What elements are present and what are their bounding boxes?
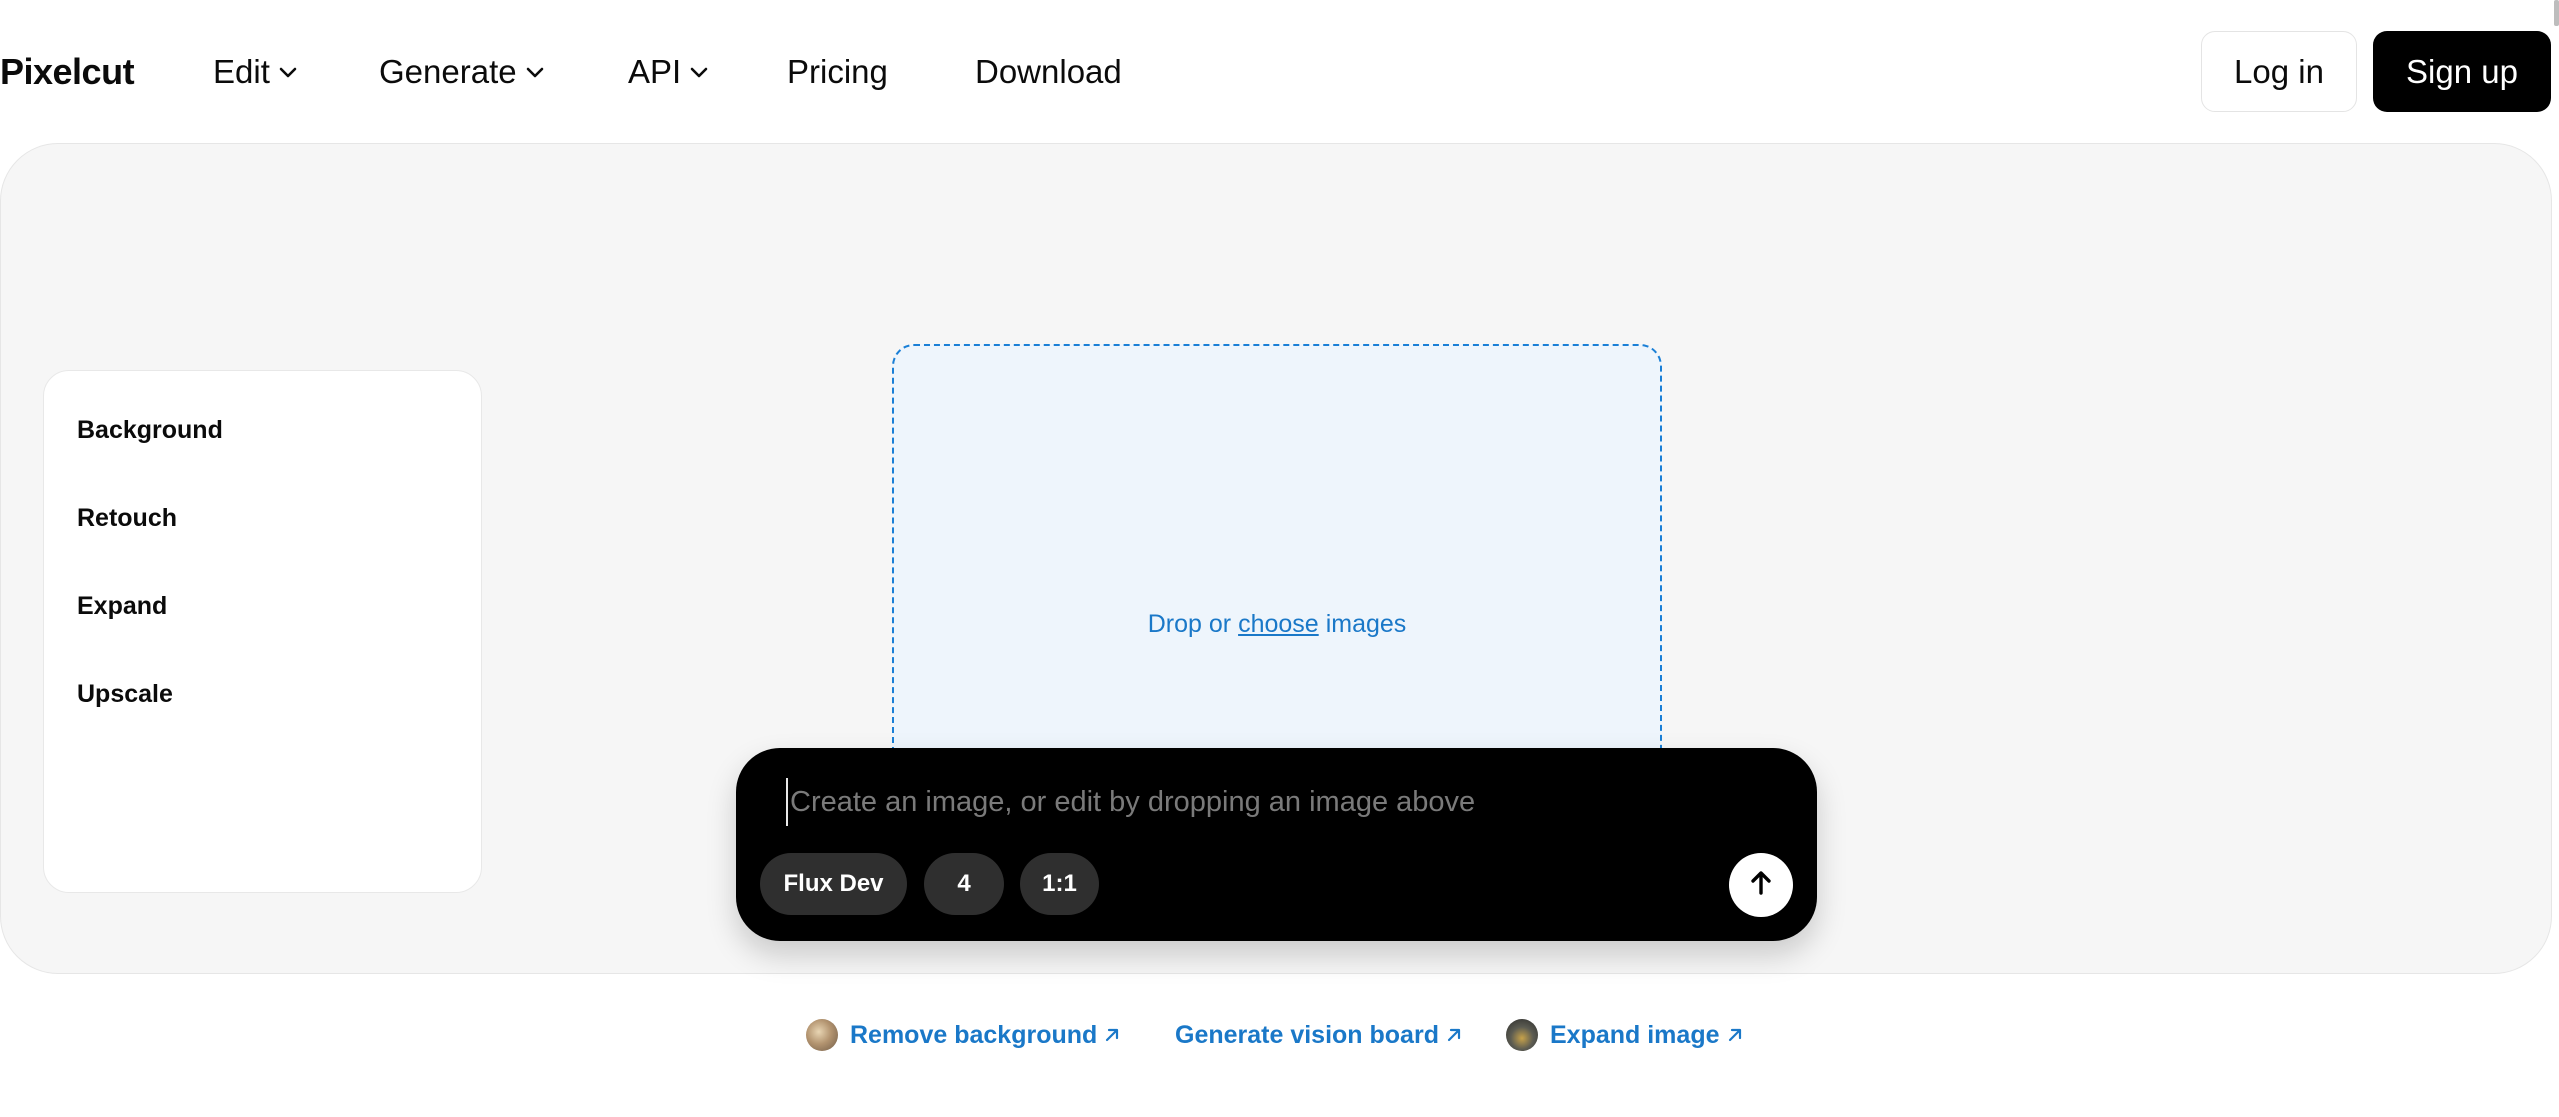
nav-api[interactable]: API — [628, 50, 709, 94]
aspect-ratio-selector[interactable]: 1:1 — [1020, 853, 1099, 915]
tool-menu-item-background[interactable]: Background — [77, 410, 223, 450]
quick-link-label: Remove background — [850, 1021, 1098, 1049]
quick-link-label: Expand image — [1550, 1021, 1720, 1049]
quick-link-remove-background[interactable]: Remove background — [806, 1015, 1121, 1055]
tool-menu-item-expand[interactable]: Expand — [77, 586, 167, 626]
dropzone-text-suffix: images — [1325, 609, 1407, 638]
nav-edit-label: Edit — [213, 53, 270, 90]
external-arrow-icon — [1726, 1026, 1744, 1044]
chevron-down-icon — [689, 62, 709, 82]
chevron-down-icon — [278, 62, 298, 82]
nav-download-label: Download — [975, 53, 1122, 90]
tool-menu-item-upscale[interactable]: Upscale — [77, 674, 173, 714]
editor-panel: Background Retouch Expand Upscale Drop o… — [0, 143, 2552, 974]
choose-images-link[interactable]: choose — [1238, 610, 1319, 639]
quick-link-expand-image[interactable]: Expand image — [1506, 1015, 1744, 1055]
image-count-selector[interactable]: 4 — [924, 853, 1004, 915]
brand-logo[interactable]: Pixelcut — [0, 50, 135, 94]
nav-edit[interactable]: Edit — [213, 50, 298, 94]
remove-background-thumbnail — [806, 1019, 838, 1051]
external-arrow-icon — [1445, 1026, 1463, 1044]
prompt-input[interactable] — [786, 778, 1746, 826]
scrollbar-thumb[interactable] — [2554, 0, 2559, 26]
nav-download[interactable]: Download — [975, 50, 1122, 94]
external-arrow-icon — [1103, 1026, 1121, 1044]
nav-api-label: API — [628, 53, 682, 90]
dropzone-text-prefix: Drop or — [1147, 609, 1232, 638]
expand-image-thumbnail — [1506, 1019, 1538, 1051]
nav-pricing-label: Pricing — [787, 53, 888, 90]
quick-links: Remove background Generate vision board … — [0, 1015, 2559, 1055]
tool-menu-item-retouch[interactable]: Retouch — [77, 498, 177, 538]
submit-button[interactable] — [1729, 853, 1793, 917]
nav-pricing[interactable]: Pricing — [787, 50, 888, 94]
chevron-down-icon — [525, 62, 545, 82]
nav-generate-label: Generate — [379, 53, 517, 90]
arrow-up-icon — [1746, 868, 1776, 903]
quick-link-generate-vision-board[interactable]: Generate vision board — [1175, 1015, 1463, 1055]
tool-menu: Background Retouch Expand Upscale — [43, 370, 482, 893]
model-selector[interactable]: Flux Dev — [760, 853, 907, 915]
prompt-composer: Flux Dev 4 1:1 — [736, 748, 1817, 941]
nav-generate[interactable]: Generate — [379, 50, 545, 94]
signup-button[interactable]: Sign up — [2373, 31, 2551, 112]
quick-link-label: Generate vision board — [1175, 1021, 1439, 1049]
login-button[interactable]: Log in — [2201, 31, 2357, 112]
top-navigation: Pixelcut Edit Generate API Pricing Downl… — [0, 0, 2559, 143]
